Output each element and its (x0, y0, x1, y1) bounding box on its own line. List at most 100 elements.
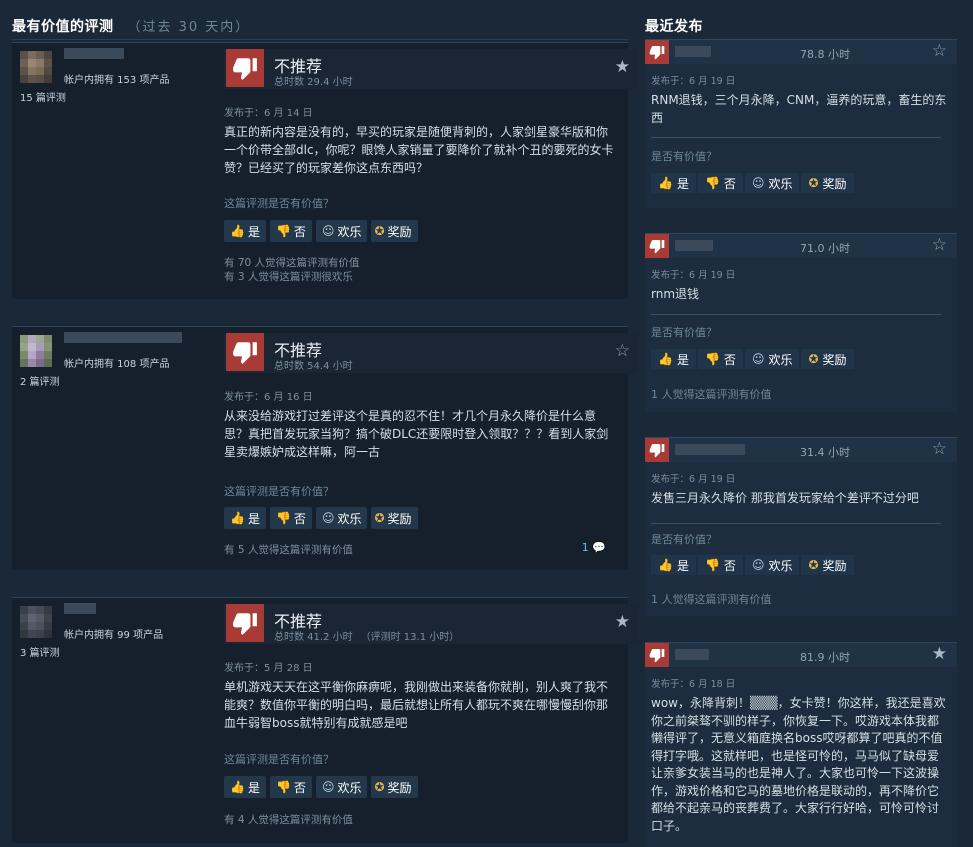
award-button[interactable]: ✪ 奖励 (371, 220, 418, 242)
thumbs-up-icon: 👍 (658, 558, 673, 572)
thumbs-down-icon (645, 234, 669, 258)
yes-button[interactable]: 👍 是 (224, 776, 266, 798)
products-owned[interactable]: 帐户内拥有 153 项产品 (64, 71, 169, 86)
no-button[interactable]: 👎 否 (269, 220, 312, 242)
award-label: 奖励 (822, 558, 847, 573)
playtime: 总时数 29.4 小时 (274, 73, 353, 88)
playtime-total: 总时数 54.4 小时 (274, 361, 353, 372)
recent-review-header[interactable]: 71.0 小时 ☆ (645, 234, 957, 258)
thumbs-down-icon (645, 643, 669, 667)
vote-header[interactable]: 不推荐 总时数 54.4 小时 ☆ (224, 333, 638, 373)
author-name-redacted[interactable] (675, 240, 713, 251)
star-icon[interactable]: ☆ (615, 341, 630, 361)
star-icon[interactable]: ☆ (932, 235, 947, 255)
award-button[interactable]: ✪ 奖励 (801, 349, 854, 369)
playtime: 总时数 54.4 小时 (274, 357, 353, 372)
recent-review-card: 78.8 小时 ☆ 发布于：6 月 19 日 RNM退钱，三个月永降，CNM，逼… (645, 39, 957, 208)
posted-date: 发布于：5 月 28 日 (224, 663, 313, 674)
author-name-redacted[interactable] (675, 444, 745, 455)
author-name-redacted[interactable] (64, 48, 124, 59)
star-icon[interactable]: ★ (932, 644, 947, 664)
award-icon: ✪ (374, 511, 385, 525)
no-button[interactable]: 👎 否 (697, 555, 743, 575)
funny-button[interactable]: ☺ 欢乐 (315, 220, 368, 242)
thumbs-down-icon (226, 604, 264, 642)
funny-button[interactable]: ☺ 欢乐 (315, 776, 368, 798)
vote-header[interactable]: 不推荐 总时数 29.4 小时 ★ (224, 49, 638, 89)
yes-button[interactable]: 👍 是 (651, 173, 696, 193)
review-count[interactable]: 2 篇评测 (20, 373, 60, 388)
funny-button[interactable]: ☺ 欢乐 (315, 507, 368, 529)
avatar[interactable] (20, 606, 54, 640)
yes-label: 是 (247, 511, 260, 526)
review-text: 从来没给游戏打过差评这个是真的忍不住！才几个月永久降价是什么意思？真把首发玩家当… (224, 409, 609, 459)
comment-count: 1 (581, 541, 589, 554)
vote-header[interactable]: 不推荐 总时数 41.2 小时 （评测时 13.1 小时） ★ (224, 604, 638, 644)
review-text: rnm退钱 (651, 287, 700, 301)
award-button[interactable]: ✪ 奖励 (371, 507, 418, 529)
no-button[interactable]: 👎 否 (697, 349, 743, 369)
author-name-redacted[interactable] (64, 603, 96, 614)
vote-buttons: 👍 是 👎 否 ☺ 欢乐 ✪ 奖励 (651, 173, 854, 193)
no-label: 否 (723, 558, 736, 573)
review-text: 真正的新内容是没有的，早买的玩家是随便背刺的，人家剑星豪华版和你一个价带全部dl… (224, 125, 614, 175)
products-owned[interactable]: 帐户内拥有 99 项产品 (64, 626, 163, 641)
playtime-total: 总时数 29.4 小时 (274, 77, 353, 88)
funny-label: 欢乐 (768, 558, 793, 573)
posted-date: 发布于：6 月 19 日 (651, 270, 736, 281)
star-icon[interactable]: ★ (615, 612, 630, 632)
no-button[interactable]: 👎 否 (269, 776, 312, 798)
award-button[interactable]: ✪ 奖励 (801, 555, 854, 575)
recent-review-header[interactable]: 31.4 小时 ☆ (645, 438, 957, 462)
review-card: 帐户内拥有 99 项产品 3 篇评测 不推荐 总时数 41.2 小时 （评测时 1… (12, 597, 638, 843)
funny-button[interactable]: ☺ 欢乐 (744, 349, 800, 369)
avatar[interactable] (20, 335, 54, 369)
award-icon: ✪ (808, 352, 819, 366)
playtime: 71.0 小时 (800, 242, 850, 255)
funny-button[interactable]: ☺ 欢乐 (744, 173, 800, 193)
smiley-icon: ☺ (321, 511, 335, 525)
recent-review-header[interactable]: 78.8 小时 ☆ (645, 40, 957, 64)
review-count[interactable]: 15 篇评测 (20, 89, 66, 104)
no-label: 否 (293, 511, 306, 526)
most-helpful-timeframe: （过去 30 天内） (127, 20, 251, 35)
star-icon[interactable]: ☆ (932, 439, 947, 459)
award-icon: ✪ (374, 224, 385, 238)
thumbs-down-icon: 👎 (275, 224, 291, 238)
yes-button[interactable]: 👍 是 (651, 349, 696, 369)
review-card: 帐户内拥有 153 项产品 15 篇评测 不推荐 总时数 29.4 小时 ★ 发… (12, 42, 638, 299)
smiley-icon: ☺ (321, 780, 335, 794)
products-owned[interactable]: 帐户内拥有 108 项产品 (64, 355, 169, 370)
review-author: 帐户内拥有 153 项产品 15 篇评测 (12, 43, 212, 299)
smiley-icon: ☺ (751, 352, 765, 366)
yes-label: 是 (676, 352, 689, 367)
award-button[interactable]: ✪ 奖励 (371, 776, 418, 798)
thumbs-down-icon: 👎 (704, 352, 720, 366)
yes-button[interactable]: 👍 是 (651, 555, 696, 575)
found-helpful-count: 有 5 人觉得这篇评测有价值 (224, 544, 353, 556)
most-helpful-title: 最有价值的评测 （过去 30 天内） (12, 16, 250, 36)
divider (651, 137, 941, 138)
star-icon[interactable]: ★ (615, 57, 630, 77)
review-count[interactable]: 3 篇评测 (20, 644, 60, 659)
no-button[interactable]: 👎 否 (697, 173, 743, 193)
funny-button[interactable]: ☺ 欢乐 (744, 555, 800, 575)
helpful-question: 这篇评测是否有价值？ (224, 753, 334, 766)
author-name-redacted[interactable] (675, 46, 711, 57)
award-label: 奖励 (387, 224, 412, 239)
recent-review-card: 31.4 小时 ☆ 发布于：6 月 19 日 发售三月永久降价 那我首发玩家给个… (645, 437, 957, 616)
star-icon[interactable]: ☆ (932, 41, 947, 61)
author-name-redacted[interactable] (64, 332, 182, 343)
vote-buttons: 👍 是 👎 否 ☺ 欢乐 ✪ 奖励 (224, 776, 418, 798)
avatar[interactable] (20, 51, 54, 85)
thumbs-down-icon: 👎 (704, 176, 720, 190)
award-button[interactable]: ✪ 奖励 (801, 173, 854, 193)
comment-link[interactable]: 1 💬 (582, 541, 606, 554)
no-button[interactable]: 👎 否 (269, 507, 312, 529)
author-name-redacted[interactable] (675, 649, 709, 660)
recent-review-header[interactable]: 81.9 小时 ★ (645, 643, 957, 667)
funny-label: 欢乐 (768, 352, 793, 367)
yes-button[interactable]: 👍 是 (224, 507, 266, 529)
found-helpful: 1 人觉得这篇评测有价值 (651, 388, 772, 401)
yes-button[interactable]: 👍 是 (224, 220, 266, 242)
